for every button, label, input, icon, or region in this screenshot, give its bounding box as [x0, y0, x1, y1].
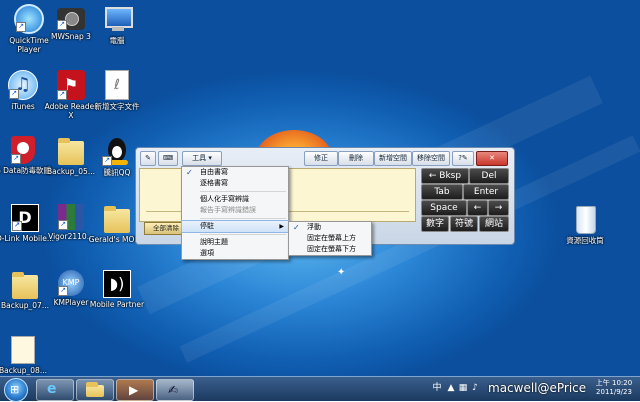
pen-cursor-icon: ✦	[337, 267, 346, 278]
tools-menu: ✓ 自由書寫 逐格書寫 個人化手寫辨識 報告手寫辨識錯誤 停駐 ▶ 說明主題 選項	[181, 166, 289, 260]
quicktime-icon: ↗	[14, 4, 44, 34]
camera-icon: ↗	[57, 8, 85, 30]
help-pen-icon: ?✎	[458, 154, 468, 162]
desktop-icon-text-document[interactable]: ℓ 新增文字文件	[88, 70, 146, 111]
taskbar-input-panel[interactable]: ✍	[156, 379, 194, 401]
menu-item-character-pad[interactable]: 逐格書寫	[182, 178, 288, 189]
input-panel-icon: ✍	[168, 383, 179, 397]
menu-separator	[200, 218, 286, 219]
taskbar-ie[interactable]: e	[36, 379, 74, 401]
qq-penguin-icon: ↗	[102, 136, 132, 166]
menu-item-dock-bottom[interactable]: 固定在螢幕下方	[289, 244, 371, 255]
keyboard-icon: ⌨	[162, 154, 174, 162]
computer-icon	[102, 4, 133, 34]
menu-separator	[200, 234, 286, 235]
menu-item-options[interactable]: 選項	[182, 248, 288, 259]
menu-item-freeform[interactable]: ✓ 自由書寫	[182, 167, 288, 178]
correct-button[interactable]: 修正	[304, 151, 338, 166]
menu-item-help-topics[interactable]: 說明主題	[182, 237, 288, 248]
kmplayer-icon: KMP ↗	[58, 270, 84, 296]
clock[interactable]: 上午 10:20 2011/9/23	[592, 379, 636, 397]
folder-icon	[104, 206, 130, 233]
pen-icon: ✎	[145, 154, 151, 162]
menu-separator	[200, 191, 286, 192]
dock-submenu: ✓ 浮動 固定在螢幕上方 固定在螢幕下方	[288, 221, 372, 256]
enter-key[interactable]: Enter	[463, 184, 509, 200]
numbers-key[interactable]: 數字	[421, 216, 449, 232]
close-button[interactable]: ✕	[476, 151, 508, 166]
menu-item-dock-top[interactable]: 固定在螢幕上方	[289, 233, 371, 244]
delete-button[interactable]: 刪除	[338, 151, 374, 166]
text-document-icon: ℓ	[105, 70, 129, 100]
play-icon: ▶	[129, 383, 139, 397]
dlink-icon: D ↗	[11, 204, 39, 232]
writing-pad-button[interactable]: ✎	[140, 151, 156, 166]
desktop-icon-recycle-bin[interactable]: 資源回收筒	[556, 204, 614, 245]
menu-item-personalize[interactable]: 個人化手寫辨識	[182, 194, 288, 205]
keyboard-button[interactable]: ⌨	[158, 151, 178, 166]
document-icon	[11, 336, 35, 364]
internet-explorer-icon: e	[47, 381, 57, 397]
checkmark-icon: ✓	[186, 168, 193, 177]
menu-item-report-error: 報告手寫辨識錯誤	[200, 206, 256, 214]
backspace-key[interactable]: ← Bksp	[421, 168, 469, 184]
gdata-shield-icon: ↗	[11, 136, 35, 164]
desktop: ↗ QuickTime Player ↗ MWSnap 3 電腦 ♫ ↗ iTun…	[0, 0, 640, 376]
right-arrow-key[interactable]: →	[488, 200, 509, 216]
folder-icon	[12, 272, 38, 299]
space-key[interactable]: Space	[421, 200, 467, 216]
taskbar: ⊞ e ▶ ✍ 中 ▲ ▦ ♪ macwell@ePrice 上午 10:20 …	[0, 376, 640, 402]
editing-keys: ← Bksp Del Tab Enter Space ← → 數字 符號 網站	[421, 168, 511, 232]
archive-icon: ↗	[58, 204, 84, 230]
insert-space-button[interactable]: 新增空間	[374, 151, 412, 166]
language-indicator[interactable]: 中	[432, 383, 442, 393]
itunes-icon: ♫ ↗	[8, 70, 38, 100]
menu-item-floating[interactable]: ✓ 浮動	[289, 222, 371, 233]
checkmark-icon: ✓	[293, 223, 300, 232]
clock-time: 上午 10:20	[595, 379, 633, 387]
folder-icon	[58, 138, 84, 165]
remove-space-button[interactable]: 移除空間	[412, 151, 450, 166]
chevron-down-icon: ▾	[208, 154, 212, 162]
start-button[interactable]: ⊞	[4, 378, 28, 402]
taskbar-explorer[interactable]	[76, 379, 114, 401]
mobile-partner-icon: ◗)	[103, 270, 131, 298]
desktop-icon-backup-08[interactable]: Backup_08...	[0, 336, 52, 375]
tools-button[interactable]: 工具 ▾	[182, 151, 222, 166]
recycle-bin-icon	[570, 204, 600, 234]
tab-key[interactable]: Tab	[421, 184, 463, 200]
symbols-key[interactable]: 符號	[450, 216, 478, 232]
adobe-reader-icon: ⚑ ↗	[57, 70, 85, 100]
tray-expand-icon[interactable]: ▲	[446, 383, 456, 393]
submenu-arrow-icon: ▶	[279, 223, 284, 230]
desktop-icon-mobile-partner[interactable]: ◗) Mobile Partner	[88, 270, 146, 309]
watermark: macwell@ePrice	[488, 381, 587, 395]
windows-logo-icon: ⊞	[10, 383, 20, 396]
menu-item-dock[interactable]: 停駐 ▶	[181, 220, 289, 233]
clock-date: 2011/9/23	[596, 388, 632, 396]
taskbar-media-player[interactable]: ▶	[116, 379, 154, 401]
folder-icon	[86, 382, 104, 397]
help-button[interactable]: ?✎	[452, 151, 474, 166]
network-icon[interactable]: ▦	[458, 383, 468, 393]
left-arrow-key[interactable]: ←	[467, 200, 488, 216]
desktop-icon-computer[interactable]: 電腦	[88, 4, 146, 45]
delete-key[interactable]: Del	[469, 168, 509, 184]
web-key[interactable]: 網站	[479, 216, 509, 232]
volume-icon[interactable]: ♪	[470, 383, 480, 393]
close-icon: ✕	[489, 154, 495, 162]
